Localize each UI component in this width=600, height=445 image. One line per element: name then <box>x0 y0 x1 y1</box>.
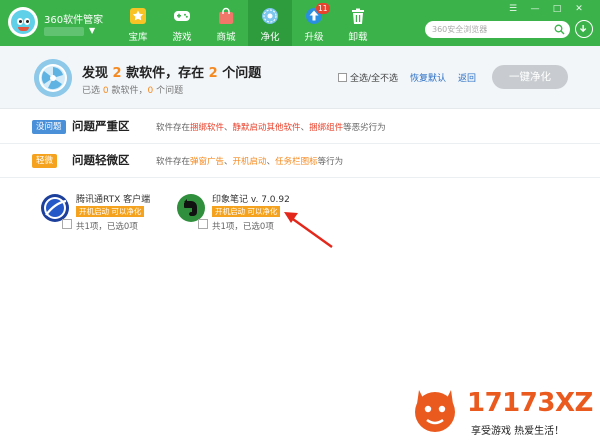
scan-summary-panel: 发现 2 款软件，存在 2 个问题 已选 0 款软件，0 个问题 全选/全不选 … <box>0 46 600 109</box>
username-blurred <box>44 27 84 36</box>
tab-label: 宝库 <box>128 32 148 43</box>
summary-selected: 已选 0 款软件，0 个问题 <box>82 86 184 96</box>
purify-icon <box>262 8 278 24</box>
software-checkbox[interactable] <box>62 219 72 229</box>
software-name: 印象笔记 v. 7.0.92 <box>212 195 290 205</box>
severity-badge: 没问题 <box>32 120 66 134</box>
watermark-slogan: 享受游戏 热爱生活！ <box>471 426 565 437</box>
red-pointer-arrow <box>284 212 333 248</box>
software-issue-tag: 开机启动 可以净化 <box>76 206 145 217</box>
tab-treasure[interactable]: 宝库 <box>116 0 160 46</box>
software-name: 腾讯通RTX 客户端 <box>76 195 151 205</box>
tab-label: 游戏 <box>172 32 192 43</box>
app-logo-icon <box>8 7 38 37</box>
tab-uninstall[interactable]: 卸载 <box>336 0 380 46</box>
tab-label: 升级 <box>304 32 324 43</box>
menu-icon[interactable]: ☰ <box>506 3 520 15</box>
tab-mall[interactable]: 商城 <box>204 0 248 46</box>
tab-games[interactable]: 游戏 <box>160 0 204 46</box>
tab-purify[interactable]: 净化 <box>248 0 292 46</box>
category-description: 软件存在捆绑软件、静默启动其他软件、捆绑组件等恶劣行为 <box>156 123 386 133</box>
category-title: 问题严重区 <box>72 119 130 133</box>
trash-icon <box>352 8 364 24</box>
software-count: 2 <box>112 66 122 81</box>
minimize-icon[interactable]: — <box>528 3 542 15</box>
chevron-down-icon: ▼ <box>89 26 96 35</box>
category-title: 问题轻微区 <box>72 153 130 167</box>
summary-title: 发现 2 款软件，存在 2 个问题 <box>82 66 262 81</box>
software-item-count: 共1项，已选0项 <box>212 222 274 232</box>
maximize-icon[interactable]: □ <box>550 3 564 15</box>
search-box <box>425 21 570 38</box>
site-watermark: 17173XZ 享受游戏 热爱生活！ <box>405 380 595 442</box>
close-icon[interactable]: ✕ <box>572 3 586 15</box>
software-issue-tag: 开机启动 可以净化 <box>212 206 281 217</box>
checkbox[interactable] <box>338 73 347 82</box>
software-checkbox[interactable] <box>198 219 208 229</box>
upgrade-count-badge: 11 <box>316 3 330 14</box>
tab-label: 净化 <box>260 32 280 43</box>
category-severe: 没问题 问题严重区 软件存在捆绑软件、静默启动其他软件、捆绑组件等恶劣行为 <box>0 110 600 144</box>
watermark-number: 17173XZ <box>467 388 593 418</box>
purify-fan-icon <box>34 59 72 97</box>
restore-default-link[interactable]: 恢复默认 <box>410 71 446 84</box>
download-icon[interactable] <box>575 20 593 38</box>
window-controls: ☰ — □ ✕ <box>506 3 592 15</box>
back-link[interactable]: 返回 <box>458 71 476 84</box>
search-input[interactable] <box>432 24 542 35</box>
software-item-count: 共1项，已选0项 <box>76 222 138 232</box>
tab-upgrade[interactable]: 11 升级 <box>292 0 336 46</box>
tab-label: 商城 <box>216 32 236 43</box>
user-account-dropdown[interactable]: ▼ <box>44 25 100 37</box>
severity-badge: 轻微 <box>32 154 58 168</box>
category-minor: 轻微 问题轻微区 软件存在弹窗广告、开机启动、任务栏图标等行为 <box>0 144 600 178</box>
gamepad-icon <box>174 11 190 21</box>
star-icon <box>130 8 146 24</box>
software-card-rtx: 腾讯通RTX 客户端 开机启动 可以净化 共1项，已选0项 <box>40 191 168 233</box>
tab-label: 卸载 <box>348 32 368 43</box>
app-title: 360软件管家 <box>44 15 104 26</box>
category-description: 软件存在弹窗广告、开机启动、任务栏图标等行为 <box>156 157 344 167</box>
one-click-purify-button[interactable]: 一键净化 <box>492 65 568 89</box>
search-icon[interactable] <box>554 24 565 35</box>
select-all-checkbox[interactable]: 全选/全不选 <box>338 71 398 84</box>
mascot-logo-icon <box>415 390 455 432</box>
top-bar: 360软件管家 ▼ 宝库 游戏 商城 净化 11 升级 卸载 ☰ — □ ✕ 3… <box>0 0 600 46</box>
shopping-bag-icon <box>219 7 233 24</box>
problem-count: 2 <box>208 66 218 81</box>
